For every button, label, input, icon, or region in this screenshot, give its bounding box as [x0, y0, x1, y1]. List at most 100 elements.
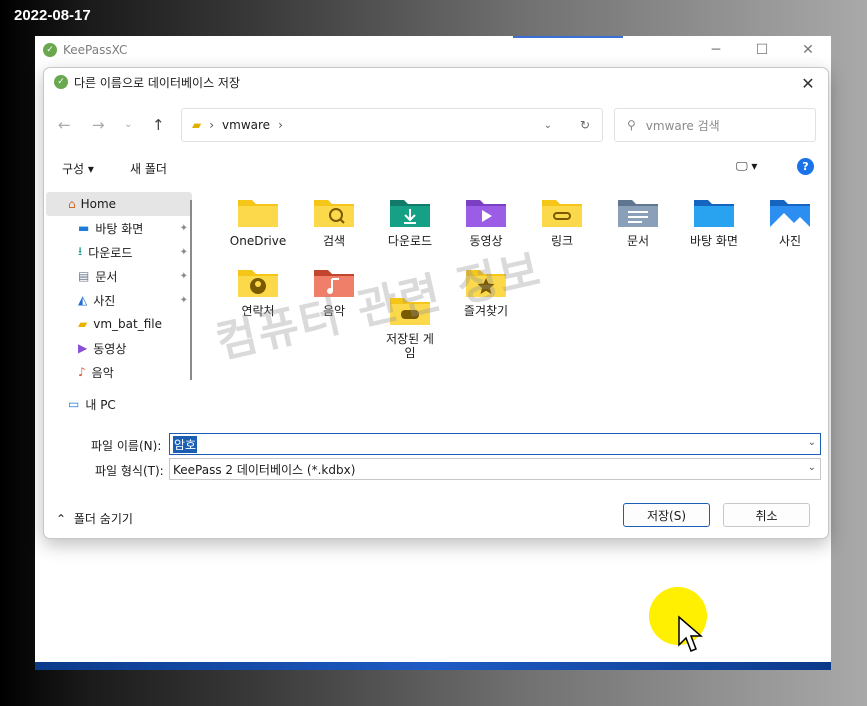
folder-label: 저장된 게 임 — [386, 332, 434, 360]
nav-label: 바탕 화면 — [95, 221, 144, 236]
folder-item-documents[interactable]: 문서 — [600, 194, 676, 248]
nav-item-home[interactable]: ⌂ Home — [46, 192, 192, 216]
home-icon: ⌂ — [68, 197, 76, 211]
window-controls: ─ ☐ ✕ — [693, 36, 831, 64]
nav-label: Home — [80, 197, 117, 211]
navigation-pane: ⌂ Home ▬ 바탕 화면 ✦ ⭳ 다운로드 ✦ ▤ 문서 ✦ ◭ 사진 ✦ … — [46, 192, 192, 412]
nav-item-pictures[interactable]: ◭ 사진 ✦ — [46, 288, 192, 312]
nav-label: 내 PC — [85, 397, 116, 412]
nav-item-downloads[interactable]: ⭳ 다운로드 ✦ — [46, 240, 192, 264]
video-icon: ▶ — [78, 341, 88, 355]
date-stamp: 2022-08-17 — [14, 7, 91, 24]
folder-label: 사진 — [778, 234, 802, 248]
refresh-icon[interactable]: ↻ — [580, 118, 590, 132]
folder-item-onedrive[interactable]: OneDrive — [220, 194, 296, 248]
chevron-down-icon[interactable]: ⌄ — [808, 437, 816, 448]
nav-label: 동영상 — [93, 341, 127, 356]
close-icon[interactable]: ✕ — [785, 36, 831, 64]
folder-item-downloads[interactable]: 다운로드 — [372, 194, 448, 248]
pin-icon[interactable]: ✦ — [180, 271, 188, 282]
view-options-button[interactable]: 🖵 ▾ — [736, 159, 757, 174]
search-input[interactable]: ⚲ vmware 검색 — [614, 108, 816, 142]
nav-item-vm-bat-file[interactable]: ▰ vm_bat_file — [46, 312, 192, 336]
pin-icon[interactable]: ✦ — [180, 223, 188, 234]
nav-label: 사진 — [93, 293, 116, 308]
organize-button[interactable]: 구성 ▾ — [62, 160, 94, 177]
search-placeholder: vmware 검색 — [645, 118, 720, 133]
filetype-value: KeePass 2 데이터베이스 (*.kdbx) — [173, 462, 356, 477]
breadcrumb-chevron-icon: › — [209, 118, 215, 132]
pc-icon: ▭ — [68, 397, 80, 411]
address-bar[interactable]: ▰ › vmware › ⌄ ↻ — [181, 108, 603, 142]
video-folder-icon — [465, 194, 507, 228]
maximize-icon[interactable]: ☐ — [739, 36, 785, 64]
folder-label: 문서 — [626, 234, 650, 248]
up-icon[interactable]: ↑ — [152, 116, 165, 134]
folder-icon: ▰ — [78, 317, 88, 331]
chevron-down-icon: ▾ — [87, 162, 94, 176]
view-icon: 🖵 — [736, 159, 748, 173]
breadcrumb-vmware[interactable]: vmware — [222, 118, 270, 132]
pin-icon[interactable]: ✦ — [180, 247, 188, 258]
recent-locations-icon[interactable]: ⌄ — [124, 119, 132, 130]
link-folder-icon — [541, 194, 583, 228]
nav-label: vm_bat_file — [93, 317, 162, 331]
nav-item-music[interactable]: ♪ 음악 — [46, 360, 192, 384]
organize-label: 구성 — [62, 162, 85, 176]
taskbar-strip — [35, 662, 831, 670]
nav-item-desktop[interactable]: ▬ 바탕 화면 ✦ — [46, 216, 192, 240]
document-icon: ▤ — [78, 269, 90, 283]
folder-item-search[interactable]: 검색 — [296, 194, 372, 248]
address-dropdown-icon[interactable]: ⌄ — [544, 120, 552, 131]
cancel-button[interactable]: 취소 — [723, 503, 810, 527]
filename-field[interactable]: 암호 ⌄ — [169, 433, 821, 455]
keepassxc-title: KeePassXC — [63, 43, 128, 57]
document-folder-icon — [617, 194, 659, 228]
navigation-row: ← → ⌄ ↑ ▰ › vmware › ⌄ ↻ ⚲ vmware 검색 — [44, 108, 828, 142]
accent-line — [513, 36, 623, 38]
folder-item-links[interactable]: 링크 — [524, 194, 600, 248]
forward-icon[interactable]: → — [92, 116, 105, 134]
folder-item-desktop[interactable]: 바탕 화면 — [676, 194, 752, 248]
help-icon[interactable]: ? — [797, 158, 814, 175]
new-folder-button[interactable]: 새 폴더 — [130, 160, 167, 177]
mouse-pointer-icon — [678, 615, 704, 652]
music-icon: ♪ — [78, 365, 86, 379]
dialog-title: 다른 이름으로 데이터베이스 저장 — [74, 75, 241, 90]
command-bar: 구성 ▾ 새 폴더 🖵 ▾ ? — [44, 158, 828, 178]
nav-item-documents[interactable]: ▤ 문서 ✦ — [46, 264, 192, 288]
desktop-folder-icon — [693, 194, 735, 228]
keepassxc-logo-icon: ✓ — [43, 43, 57, 57]
nav-item-this-pc[interactable]: ▭ 내 PC — [46, 392, 192, 416]
minimize-icon[interactable]: ─ — [693, 36, 739, 64]
folder-label: 다운로드 — [387, 234, 433, 248]
folder-label: 검색 — [322, 234, 346, 248]
search-icon: ⚲ — [627, 118, 636, 132]
folder-label: 링크 — [550, 234, 574, 248]
filetype-label: 파일 형식(T): — [95, 464, 164, 478]
picture-icon: ◭ — [78, 293, 88, 307]
chevron-down-icon[interactable]: ⌄ — [808, 462, 816, 473]
dialog-titlebar: ✓ 다른 이름으로 데이터베이스 저장 — [44, 68, 828, 96]
hide-folders-button[interactable]: ⌃ 폴더 숨기기 — [56, 510, 133, 527]
hide-folders-label: 폴더 숨기기 — [73, 512, 133, 526]
folder-icon: ▰ — [192, 118, 202, 132]
back-icon[interactable]: ← — [58, 116, 71, 134]
nav-item-videos[interactable]: ▶ 동영상 — [46, 336, 192, 360]
folder-item-pictures[interactable]: 사진 — [752, 194, 828, 248]
chevron-down-icon: ▾ — [751, 159, 758, 173]
download-icon: ⭳ — [78, 243, 83, 258]
desktop-icon: ▬ — [78, 221, 90, 235]
breadcrumb-chevron-icon: › — [278, 118, 283, 132]
folder-icon — [237, 194, 279, 228]
folder-label: OneDrive — [229, 234, 287, 248]
filetype-select[interactable]: KeePass 2 데이터베이스 (*.kdbx) ⌄ — [169, 458, 821, 480]
nav-label: 다운로드 — [88, 245, 133, 260]
pin-icon[interactable]: ✦ — [180, 295, 188, 306]
save-button[interactable]: 저장(S) — [623, 503, 710, 527]
filename-value: 암호 — [173, 435, 198, 453]
nav-scrollbar[interactable] — [190, 200, 192, 380]
dialog-close-icon[interactable]: ✕ — [794, 72, 822, 94]
chevron-up-icon: ⌃ — [56, 512, 67, 526]
folder-label: 바탕 화면 — [690, 234, 738, 248]
